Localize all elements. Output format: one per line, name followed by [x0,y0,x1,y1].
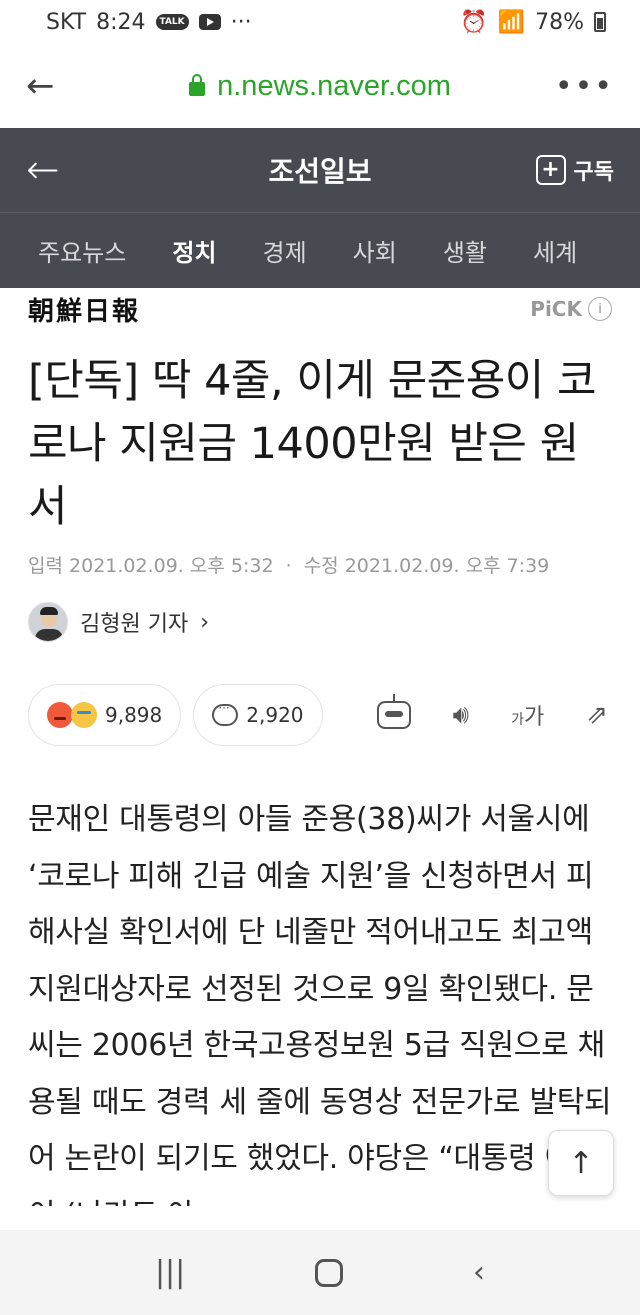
speaker-icon[interactable]: 🔊︎ [453,700,469,731]
angry-emoji-icon [47,702,73,728]
article-headline: [단독] 딱 4줄, 이게 문준용이 코로나 지원금 1400만원 받은 원서 [28,356,597,532]
tab-society[interactable]: 사회 [353,233,397,268]
tab-life[interactable]: 생활 [443,233,487,268]
chevron-right-icon: › [200,609,210,635]
wifi-icon: 📶 [497,9,526,35]
comments-button[interactable]: 2,920 [193,684,323,746]
home-button[interactable] [315,1258,344,1287]
author-name: 김형원 기자 [80,612,189,637]
recent-apps-button[interactable]: ||| [155,1255,185,1290]
alarm-icon: ⏰ [460,9,488,35]
ai-summary-bot-icon[interactable] [376,694,411,729]
scroll-to-top-button[interactable]: ↑ [548,1130,614,1196]
system-nav-bar: ||| ‹ [0,1230,640,1315]
tab-world[interactable]: 세계 [533,233,577,268]
press-header: ← 조선일보 + 구독 [0,128,640,212]
battery-icon [594,12,606,32]
subscribe-label: 구독 [573,160,614,185]
comment-bubble-icon [212,701,239,726]
reactions-button[interactable]: 9,898 [28,684,182,746]
overflow-notification-dots: ··· [230,9,252,35]
battery-percent: 78% [535,9,584,35]
tab-economy[interactable]: 경제 [263,233,307,268]
subscribe-button[interactable]: + 구독 [535,154,614,186]
tab-politics[interactable]: 정치 [172,233,216,268]
status-bar: SKT 8:24 TALK ··· ⏰ 📶 78% [0,0,640,44]
font-large-glyph: 가 [523,705,545,730]
plus-icon: + [535,155,566,185]
date-separator: · [285,555,292,577]
article-actions: 9,898 2,920 🔊︎ 가가 ⇗ [0,642,640,746]
font-size-button[interactable]: 가가 [511,699,544,731]
url-text: n.news.naver.com [217,69,451,102]
input-date: 2021.02.09. 오후 5:32 [69,555,274,577]
comments-count: 2,920 [246,703,304,727]
back-arrow-icon[interactable]: ← [26,147,60,193]
pick-badge[interactable]: PiCK i [530,297,612,321]
lock-icon [189,73,206,96]
share-icon[interactable]: ⇗ [586,700,608,730]
category-tabs: 주요뉴스 정치 경제 사회 생활 세계 [0,212,640,288]
press-logo[interactable]: 朝鮮日報 [28,291,140,328]
edit-label: 수정 [303,555,339,577]
press-logo-row: 朝鮮日報 PiCK i [0,288,640,330]
youtube-notification-icon [198,14,221,30]
browser-url-bar: ← n.news.naver.com ••• [0,44,640,128]
crying-emoji-icon [71,702,97,728]
author-avatar [28,602,68,642]
edit-date: 2021.02.09. 오후 7:39 [344,555,550,577]
clock: 8:24 [96,9,146,35]
pick-label: PiCK [530,297,582,321]
author-link[interactable]: 김형원 기자 › [0,578,640,642]
carrier-label: SKT [46,9,87,35]
input-label: 입력 [28,555,63,577]
system-back-button[interactable]: ‹ [473,1255,485,1290]
tab-main-news[interactable]: 주요뉴스 [38,233,126,268]
url-display[interactable]: n.news.naver.com [0,70,640,103]
font-small-glyph: 가 [511,712,524,728]
article-dates: 입력 2021.02.09. 오후 5:32 · 수정 2021.02.09. … [0,539,640,578]
info-icon: i [588,297,612,321]
article-body: 문재인 대통령의 아들 준용(38)씨가 서울시에 ‘코로나 피해 긴급 예술 … [28,802,612,1206]
talk-notification-icon: TALK [155,14,189,30]
reactions-count: 9,898 [105,703,163,727]
